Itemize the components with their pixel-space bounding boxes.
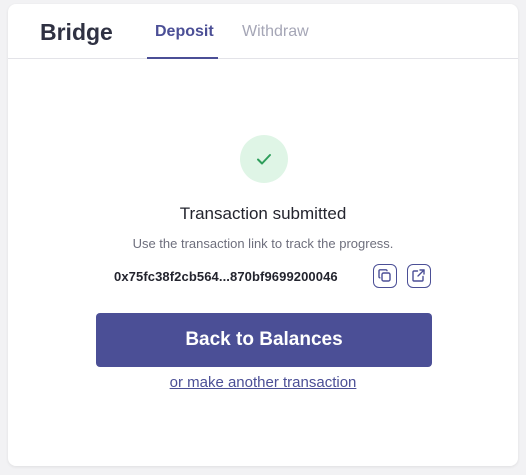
status-subtext: Use the transaction link to track the pr… (132, 236, 394, 251)
copy-hash-button[interactable] (373, 264, 397, 288)
tab-withdraw[interactable]: Withdraw (242, 23, 309, 41)
page-title: Bridge (40, 19, 113, 45)
check-icon (257, 154, 271, 165)
transaction-hash: 0x75fc38f2cb564...870bf9699200046 (114, 269, 338, 284)
status-heading: Transaction submitted (179, 204, 347, 223)
card-header: Bridge Deposit Withdraw (8, 4, 518, 59)
bridge-card: Bridge Deposit Withdraw Transaction subm… (8, 4, 518, 466)
open-explorer-button[interactable] (407, 264, 431, 288)
copy-icon (378, 269, 391, 282)
success-badge (240, 135, 288, 183)
tab-deposit[interactable]: Deposit (155, 23, 214, 41)
new-transaction-link[interactable]: or make another transaction (8, 374, 518, 391)
active-tab-indicator (147, 57, 218, 59)
back-to-balances-button[interactable]: Back to Balances (96, 313, 432, 367)
external-link-icon (412, 269, 425, 282)
